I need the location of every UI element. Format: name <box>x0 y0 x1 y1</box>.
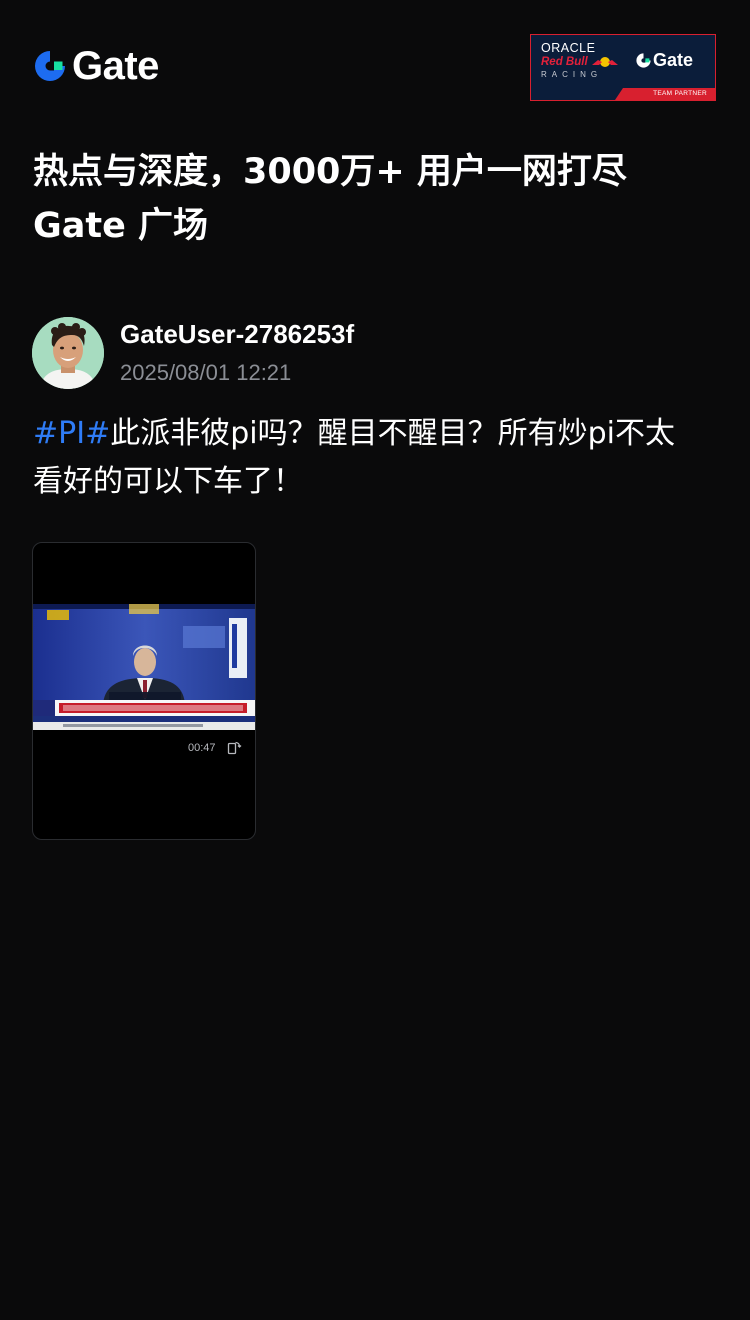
team-partner-badge[interactable]: ORACLE Red Bull RACING Gate TEAM PARTNER <box>530 34 716 101</box>
gate-logo-small-icon <box>636 53 651 68</box>
headline-line-2: Gate 广场 <box>33 206 209 246</box>
hashtag-link[interactable]: #PI# <box>33 416 110 451</box>
avatar-portrait-icon <box>32 317 104 389</box>
partner-gate-text: Gate <box>653 50 694 70</box>
promo-headline: 热点与深度，3000万+ 用户一网打尽 Gate 广场 <box>33 145 723 253</box>
oracle-text: ORACLE <box>541 41 596 55</box>
red-bull-emblem-icon <box>591 57 618 67</box>
video-duration: 00:47 <box>188 742 216 754</box>
headline-line-1: 热点与深度，3000万+ 用户一网打尽 <box>33 152 627 192</box>
post-content: #PI#此派非彼pi吗？醒目不醒目？所有炒pi不太 看好的可以下车了！ <box>33 410 723 506</box>
team-partner-strip: TEAM PARTNER <box>531 88 715 100</box>
team-partner-text: TEAM PARTNER <box>653 90 707 97</box>
page-header: Gate ORACLE Red Bull RACING Gate TEAM PA… <box>32 34 716 102</box>
post-timestamp: 2025/08/01 12:21 <box>120 360 292 385</box>
post-author: GateUser-2786253f 2025/08/01 12:21 <box>32 317 712 389</box>
racing-text: RACING <box>541 70 603 79</box>
gate-logo[interactable]: Gate <box>32 46 159 86</box>
partner-gate-logo: Gate <box>635 50 693 71</box>
post-video[interactable]: 00:47 <box>32 542 256 840</box>
red-bull-text-row: Red Bull <box>541 55 623 69</box>
avatar[interactable] <box>32 317 104 389</box>
post-text-1: 此派非彼pi吗？醒目不醒目？所有炒pi不太 <box>110 416 675 451</box>
video-thumbnail <box>33 604 255 730</box>
post-author-name[interactable]: GateUser-2786253f <box>120 317 354 351</box>
gate-logo-text: Gate <box>72 44 159 88</box>
rotate-screen-icon[interactable] <box>226 740 242 756</box>
news-frame-image <box>33 604 255 730</box>
red-bull-racing-logo: ORACLE Red Bull RACING <box>541 41 623 81</box>
post-text-line-1: #PI#此派非彼pi吗？醒目不醒目？所有炒pi不太 <box>33 410 723 458</box>
post-text-line-2: 看好的可以下车了！ <box>33 464 303 499</box>
red-bull-text: Red Bull <box>541 56 588 68</box>
gate-logo-icon <box>35 51 65 81</box>
